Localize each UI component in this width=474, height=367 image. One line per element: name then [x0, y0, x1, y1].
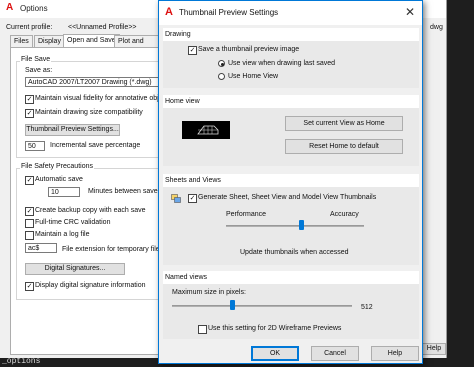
slider-track: [172, 305, 352, 307]
temp-extension-input[interactable]: ac$: [25, 243, 57, 253]
minutes-between-saves-input[interactable]: 10: [48, 187, 80, 197]
save-thumbnail-label: Save a thumbnail preview image: [198, 46, 300, 53]
maintain-visual-label: Maintain visual fidelity for annotative …: [35, 95, 167, 102]
ok-button[interactable]: OK: [251, 346, 299, 361]
right-partial-text: dwg: [430, 24, 443, 31]
thumbnail-dialog-title: Thumbnail Preview Settings: [179, 8, 279, 17]
file-save-header: File Save: [20, 56, 52, 63]
wireframe-previews-checkbox[interactable]: [198, 325, 207, 334]
slider-thumb[interactable]: [230, 300, 235, 310]
max-size-value: 512: [361, 304, 373, 311]
incremental-save-label: Incremental save percentage: [50, 142, 141, 149]
named-views-section: Named views Maximum size in pixels: 512 …: [163, 271, 419, 339]
slider-track: [226, 225, 364, 227]
save-thumbnail-checkbox[interactable]: ✓: [188, 46, 197, 55]
autocad-logo-icon: A: [6, 2, 14, 13]
backup-copy-label: Create backup copy with each save: [35, 207, 146, 214]
log-file-checkbox[interactable]: [25, 231, 34, 240]
help-button[interactable]: Help: [371, 346, 419, 361]
drawing-header: Drawing: [163, 28, 419, 41]
sheet-views-icon: [171, 194, 181, 203]
tab-plot-and-publish[interactable]: Plot and Publ: [114, 35, 160, 56]
generate-thumbnails-checkbox[interactable]: ✓: [188, 194, 197, 203]
thumbnail-quality-slider[interactable]: [226, 220, 364, 234]
use-home-view-label: Use Home View: [228, 73, 279, 80]
use-view-last-saved-radio[interactable]: [218, 60, 225, 67]
thumbnail-titlebar: A Thumbnail Preview Settings ✕: [159, 1, 422, 25]
tab-files[interactable]: Files: [10, 35, 33, 47]
cancel-button[interactable]: Cancel: [311, 346, 359, 361]
log-file-label: Maintain a log file: [35, 231, 90, 238]
options-tabs: Files Display Open and Save Plot and Pub…: [10, 34, 160, 56]
automatic-save-label: Automatic save: [35, 176, 83, 183]
minutes-between-saves-label: Minutes between saves: [88, 188, 162, 195]
maintain-drawing-label: Maintain drawing size compatibility: [35, 109, 143, 116]
reset-home-button[interactable]: Reset Home to default: [285, 139, 403, 154]
home-view-preview-image: [182, 121, 230, 139]
named-views-header: Named views: [163, 271, 419, 284]
crc-validation-checkbox[interactable]: [25, 219, 34, 228]
building-thumbnail-icon: [197, 125, 219, 135]
thumbnail-preview-settings-button[interactable]: Thumbnail Preview Settings...: [25, 124, 120, 136]
digital-signature-info-label: Display digital signature information: [35, 282, 146, 289]
current-profile-value: <<Unnamed Profile>>: [68, 24, 137, 31]
options-help-button[interactable]: Help: [422, 343, 446, 355]
close-icon[interactable]: ✕: [405, 5, 415, 19]
slider-thumb[interactable]: [299, 220, 304, 230]
tab-display[interactable]: Display: [34, 35, 65, 47]
performance-label: Performance: [226, 211, 267, 218]
tab-open-and-save[interactable]: Open and Save: [63, 34, 120, 47]
autocad-logo-icon: A: [165, 6, 173, 18]
drawing-section: Drawing ✓ Save a thumbnail preview image…: [163, 28, 419, 88]
file-safety-header: File Safety Precautions: [20, 163, 94, 170]
incremental-save-input[interactable]: 50: [25, 141, 45, 151]
thumbnail-preview-dialog: A Thumbnail Preview Settings ✕ Drawing ✓…: [158, 0, 423, 364]
digital-signatures-button[interactable]: Digital Signatures...: [25, 263, 125, 275]
sheets-and-views-section: Sheets and Views ✓ Generate Sheet, Sheet…: [163, 174, 419, 265]
save-as-select[interactable]: AutoCAD 2007/LT2007 Drawing (*.dwg): [25, 77, 160, 87]
crc-validation-label: Full-time CRC validation: [35, 219, 111, 226]
maintain-visual-checkbox[interactable]: ✓: [25, 95, 34, 104]
options-title: Options: [20, 4, 48, 13]
maintain-drawing-checkbox[interactable]: ✓: [25, 109, 34, 118]
wireframe-previews-label: Use this setting for 2D Wireframe Previe…: [208, 325, 342, 332]
use-home-view-radio[interactable]: [218, 73, 225, 80]
current-profile-label: Current profile:: [6, 24, 53, 31]
max-size-label: Maximum size in pixels:: [172, 289, 246, 296]
accuracy-label: Accuracy: [330, 211, 359, 218]
command-line-text: _options: [2, 357, 41, 366]
generate-thumbnails-label: Generate Sheet, Sheet View and Model Vie…: [198, 194, 377, 201]
backup-copy-checkbox[interactable]: ✓: [25, 207, 34, 216]
temp-extension-label: File extension for temporary files: [62, 246, 164, 253]
save-as-label: Save as:: [25, 67, 53, 74]
digital-signature-info-checkbox[interactable]: ✓: [25, 282, 34, 291]
home-view-section: Home view Set current View as Home Reset…: [163, 95, 419, 166]
sheets-and-views-header: Sheets and Views: [163, 174, 419, 187]
use-view-last-saved-label: Use view when drawing last saved: [228, 60, 335, 67]
set-current-view-as-home-button[interactable]: Set current View as Home: [285, 116, 403, 131]
max-size-slider[interactable]: [172, 300, 352, 314]
automatic-save-checkbox[interactable]: ✓: [25, 176, 34, 185]
update-thumbnails-note: Update thumbnails when accessed: [240, 249, 349, 256]
home-view-header: Home view: [163, 95, 419, 108]
